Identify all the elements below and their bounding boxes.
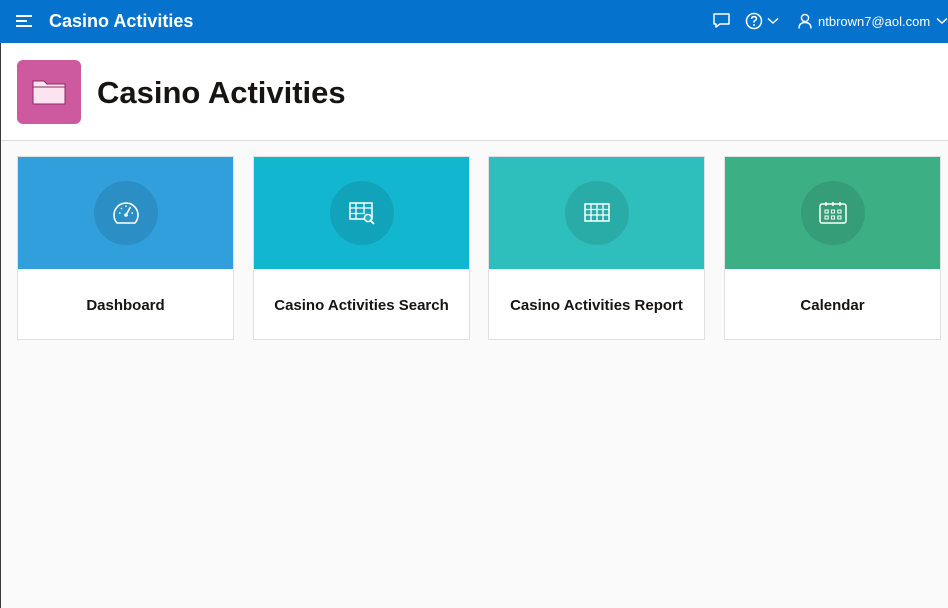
top-navigation-bar: Casino Activities ntbrown7@aol.com (0, 0, 948, 43)
card-label: Casino Activities Report (510, 296, 683, 314)
card-calendar[interactable]: Calendar (724, 156, 941, 340)
card-banner (18, 157, 233, 269)
card-casino-activities-report[interactable]: Casino Activities Report (488, 156, 705, 340)
user-menu-button[interactable]: ntbrown7@aol.com (798, 11, 948, 31)
gauge-icon (112, 202, 139, 224)
card-banner (725, 157, 940, 269)
card-label: Calendar (800, 296, 865, 314)
user-icon (798, 13, 812, 29)
chevron-down-icon (936, 17, 948, 25)
card-label: Casino Activities Search (274, 296, 449, 314)
help-menu-button[interactable] (745, 11, 779, 31)
card-label: Dashboard (86, 296, 165, 314)
card-casino-activities-search[interactable]: Casino Activities Search (253, 156, 470, 340)
folder-icon (32, 80, 66, 105)
menu-icon (16, 15, 32, 27)
table-search-icon (348, 202, 375, 225)
app-title[interactable]: Casino Activities (49, 11, 193, 31)
page-title: Casino Activities (97, 75, 346, 110)
hero-region: Casino Activities (1, 43, 948, 141)
card-icon-circle (564, 181, 629, 245)
hero-icon-tile (17, 60, 81, 124)
card-icon-circle (800, 181, 865, 245)
card-banner (254, 157, 469, 269)
card-dashboard[interactable]: Dashboard (17, 156, 234, 340)
card-icon-circle (93, 181, 158, 245)
menu-button[interactable] (14, 10, 36, 32)
calendar-icon (818, 202, 847, 224)
chat-icon (713, 13, 730, 28)
chevron-down-icon (767, 17, 779, 25)
card-icon-circle (329, 181, 394, 245)
help-icon (745, 12, 763, 30)
table-icon (583, 203, 610, 222)
user-name: ntbrown7@aol.com (818, 13, 931, 29)
feedback-button[interactable] (712, 11, 732, 31)
card-banner (489, 157, 704, 269)
